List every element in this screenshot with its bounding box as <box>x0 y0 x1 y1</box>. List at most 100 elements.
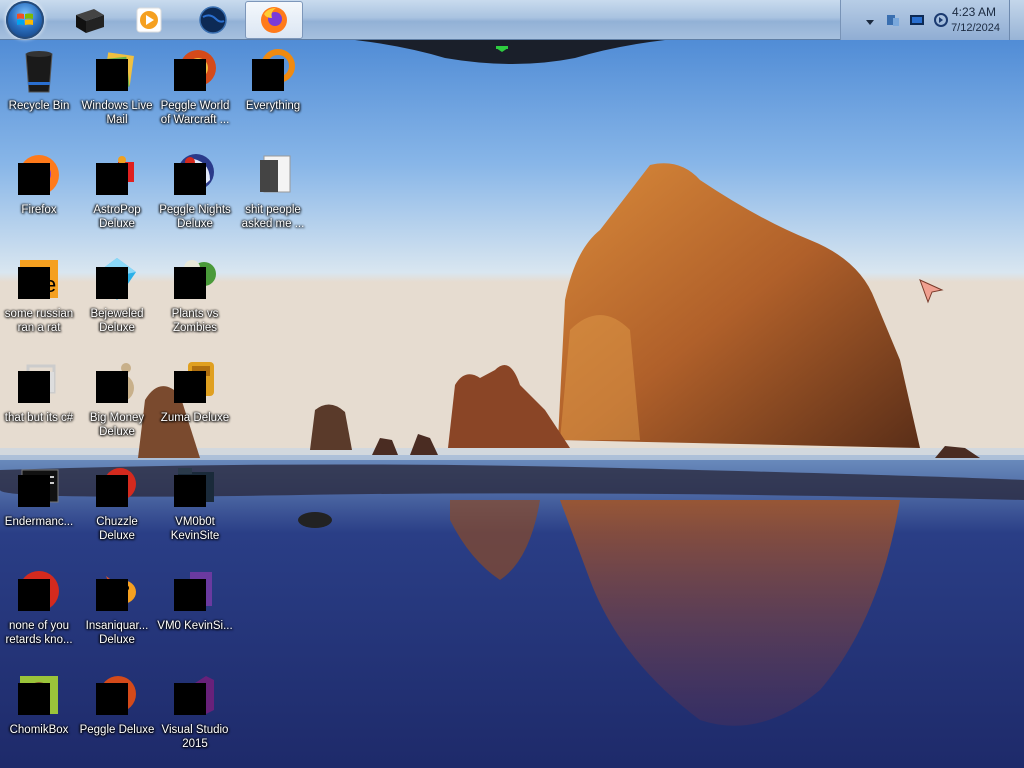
desktop-icon-peggle-deluxe[interactable]: Peggle Deluxe <box>78 666 156 766</box>
taskbar-firefox[interactable] <box>245 1 303 39</box>
icon-label: Windows Live Mail <box>81 100 153 126</box>
desktop-icon-plants-vs-zombies[interactable]: Plants vs Zombies <box>156 250 234 350</box>
icon-label: Peggle World of Warcraft ... <box>160 100 230 126</box>
redaction-box <box>18 371 50 403</box>
icon-label: VM0 KevinSi... <box>157 620 233 632</box>
icon-label: Everything <box>245 100 301 112</box>
peggle-deluxe-icon <box>92 670 142 720</box>
windows-live-mail-icon <box>92 46 142 96</box>
redaction-box <box>174 683 206 715</box>
desktop-icon-bejeweled-deluxe[interactable]: Bejeweled Deluxe <box>78 250 156 350</box>
redaction-box <box>174 579 206 611</box>
desktop-icon-firefox[interactable]: Firefox <box>0 146 78 246</box>
icon-label: Big Money Deluxe <box>89 412 145 438</box>
redaction-box <box>96 475 128 507</box>
redaction-box <box>96 59 128 91</box>
window-icon <box>14 358 64 408</box>
desktop-icon-that-but-its-csharp[interactable]: that but its c# <box>0 354 78 454</box>
desktop-icon-everything[interactable]: Everything <box>234 42 312 142</box>
start-button[interactable] <box>6 1 44 39</box>
peggle-icon <box>170 46 220 96</box>
plants-vs-zombies-icon <box>170 254 220 304</box>
display-icon[interactable] <box>909 12 925 28</box>
icon-label: Zuma Deluxe <box>160 412 230 424</box>
redaction-box <box>96 683 128 715</box>
desktop-icon-insaniquarium-deluxe[interactable]: Insaniquar... Deluxe <box>78 562 156 662</box>
desktop-icon-peggle-nights-deluxe[interactable]: Peggle Nights Deluxe <box>156 146 234 246</box>
clock-date[interactable]: 7/12/2024 <box>951 22 1000 34</box>
zuma-icon <box>170 358 220 408</box>
firefox-icon <box>14 150 64 200</box>
redaction-box <box>174 475 206 507</box>
redaction-box <box>174 163 206 195</box>
desktop-icon-big-money-deluxe[interactable]: Big Money Deluxe <box>78 354 156 454</box>
icon-label: Bejeweled Deluxe <box>90 308 144 334</box>
desktop-icon-astropop-deluxe[interactable]: AstroPop Deluxe <box>78 146 156 246</box>
redaction-box <box>96 267 128 299</box>
globe-icon <box>199 6 227 34</box>
desktop-icon-vm0-kevinsi[interactable]: VM0 KevinSi... <box>156 562 234 662</box>
redaction-box <box>96 371 128 403</box>
icon-label: ChomikBox <box>9 724 69 736</box>
desktop-icon-peggle-world-of-warcraft[interactable]: Peggle World of Warcraft ... <box>156 42 234 142</box>
redaction-box <box>18 267 50 299</box>
app-icon: e <box>14 254 64 304</box>
astropop-icon <box>92 150 142 200</box>
icon-label: shit people asked me ... <box>241 204 305 230</box>
icon-label: Firefox <box>21 204 57 216</box>
system-tray: 4:23 AM 7/12/2024 <box>840 0 1024 40</box>
icon-label: Plants vs Zombies <box>171 308 219 334</box>
document-icon <box>248 150 298 200</box>
insaniquarium-icon <box>92 566 142 616</box>
black-box-icon <box>76 9 104 33</box>
money-bag-icon <box>92 358 142 408</box>
redaction-box <box>18 475 50 507</box>
mouse-cursor-icon <box>919 279 944 304</box>
network-icon[interactable] <box>885 12 901 28</box>
redaction-box <box>18 163 50 195</box>
desktop-icon-vm0b0t-kevinsite[interactable]: VM0b0t KevinSite <box>156 458 234 558</box>
desktop-icon-recycle-bin[interactable]: Recycle Bin <box>0 42 78 142</box>
everything-search-icon <box>248 46 298 96</box>
desktop-icon-some-russian-ran-a-rat[interactable]: e some russian ran a rat <box>0 250 78 350</box>
desktop-icon-endermanc[interactable]: Endermanc... <box>0 458 78 558</box>
peggle-nights-icon <box>170 150 220 200</box>
desktop-icon-shit-people-asked-me[interactable]: shit people asked me ... <box>234 146 312 246</box>
icon-label: Insaniquar... Deluxe <box>85 620 149 646</box>
desktop-icon-none-of-you[interactable]: none of you retards kno... <box>0 562 78 662</box>
taskbar-black-box-app[interactable] <box>60 1 118 39</box>
recycle-bin-icon <box>14 46 64 96</box>
volume-icon[interactable] <box>933 12 949 28</box>
redaction-box <box>96 163 128 195</box>
firefox-icon <box>261 7 287 33</box>
visual-studio-icon <box>170 670 220 720</box>
console-icon <box>14 462 64 512</box>
desktop-icon-windows-live-mail[interactable]: Windows Live Mail <box>78 42 156 142</box>
chrome-icon <box>14 566 64 616</box>
chuzzle-icon <box>92 462 142 512</box>
icon-label: AstroPop Deluxe <box>93 204 141 230</box>
icon-label: Chuzzle Deluxe <box>96 516 138 542</box>
redaction-box <box>174 371 206 403</box>
taskbar-media-player[interactable] <box>120 1 178 39</box>
bejeweled-icon <box>92 254 142 304</box>
redaction-box <box>252 59 284 91</box>
icon-label: Endermanc... <box>4 516 74 528</box>
desktop-icon-chuzzle-deluxe[interactable]: Chuzzle Deluxe <box>78 458 156 558</box>
desktop-icon-zuma-deluxe[interactable]: Zuma Deluxe <box>156 354 234 454</box>
clock-time[interactable]: 4:23 AM <box>952 5 996 19</box>
desktop-icon-chomikbox[interactable]: ChomikBox <box>0 666 78 766</box>
windows-logo-icon <box>17 13 33 25</box>
redaction-box <box>174 59 206 91</box>
redaction-box <box>174 267 206 299</box>
taskbar-globe-browser[interactable] <box>184 1 242 39</box>
desktop-icon-visual-studio-2015[interactable]: Visual Studio 2015 <box>156 666 234 766</box>
icon-label: Visual Studio 2015 <box>161 724 229 750</box>
show-desktop-button[interactable] <box>1009 0 1024 40</box>
icon-label: Peggle Nights Deluxe <box>159 204 231 230</box>
show-hidden-icons-icon[interactable] <box>865 14 881 30</box>
icon-label: some russian ran a rat <box>4 308 74 334</box>
redaction-box <box>18 579 50 611</box>
icon-label: VM0b0t KevinSite <box>170 516 220 542</box>
taskbar-notch-decoration <box>355 40 665 64</box>
